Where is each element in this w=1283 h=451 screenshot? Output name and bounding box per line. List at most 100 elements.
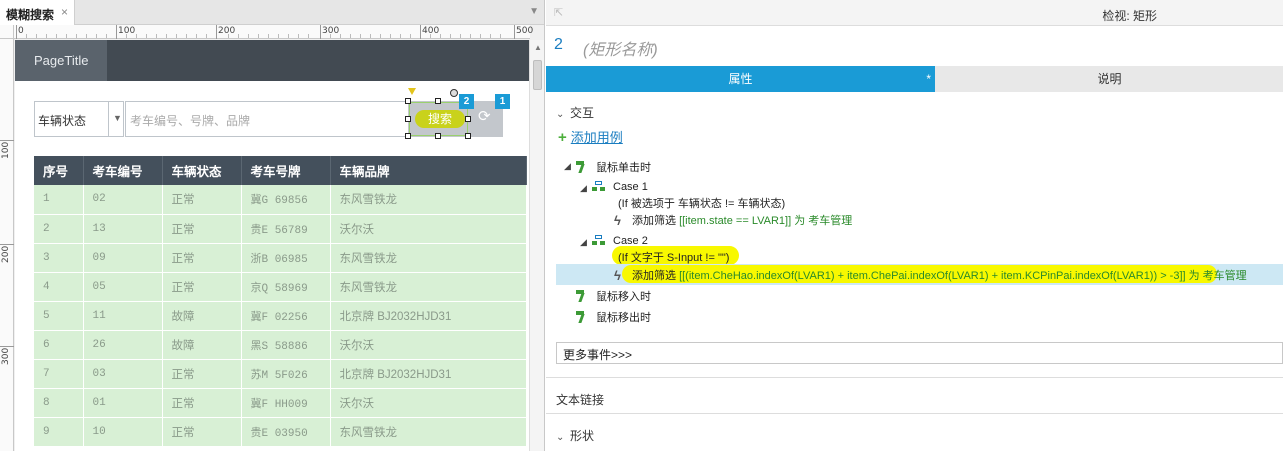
inspector-tabs: 属性 * 说明 [546,66,1283,92]
table-cell: 10 [83,417,163,447]
table-cell: 7 [34,359,84,389]
collapse-triangle-icon[interactable]: ◢ [580,183,587,194]
table-cell: 4 [34,272,84,302]
column-header: 车辆状态 [162,156,242,185]
table-row: 5 11 故障 冀F 02256 北京牌 BJ2032HJD31 [34,301,527,331]
table-cell: 贵E 03950 [241,417,331,447]
case-flow-icon [592,181,605,192]
add-case-label: 添加用例 [570,130,623,145]
case-1-action[interactable]: ϟ 添加筛选 [[item.state == LVAR1]] 为 考车管理 [614,212,852,228]
column-header: 考车编号 [83,156,163,185]
section-interaction-label: 交互 [570,106,595,120]
search-input[interactable]: 考车编号、号牌、品牌 [125,101,410,137]
ruler-label: 200 [1,245,11,263]
case-2-condition: (If 文字于 S-Input != "") [618,252,730,264]
table-cell: 2 [34,214,84,244]
table-cell: 1 [34,185,84,215]
table-cell: 6 [34,330,84,360]
table-cell: 01 [83,388,163,418]
action-bolt-icon: ϟ [614,268,621,283]
page-header-bar: PageTitle [15,40,529,81]
section-shape-label: 形状 [570,429,595,443]
case-2-action-rule: [[(item.CheHao.indexOf(LVAR1) + item.Che… [679,270,1247,282]
modified-mark: * [926,72,931,86]
table-cell: 故障 [162,330,242,360]
inspector-title: 检视: 矩形 [1102,9,1157,23]
resize-handle[interactable] [465,133,471,139]
event-onclick-label: 鼠标单击时 [596,162,651,174]
ruler-label: 500 [516,26,534,36]
section-text-link[interactable]: 文本链接 [556,391,604,408]
table-cell: 东风雪铁龙 [330,272,527,302]
event-onmouseleave-label: 鼠标移出时 [596,312,651,324]
resize-handle[interactable] [405,133,411,139]
event-onmouseenter[interactable]: 鼠标移入时 [576,288,651,304]
section-shape[interactable]: ⌄ 形状 [556,427,594,444]
table-cell: 05 [83,272,163,302]
divider [546,377,1283,378]
vehicle-status-select[interactable]: 车辆状态 ▼ [34,101,124,137]
action-bolt-icon: ϟ [614,213,621,228]
add-case-link[interactable]: + 添加用例 [558,127,623,146]
table-cell: 9 [34,417,84,447]
editor-tabbar: 模糊搜索 × ▼ [0,0,544,26]
table-cell: 黑S 58886 [241,330,331,360]
shape-name-field[interactable]: (矩形名称) [583,36,658,60]
column-header: 车辆品牌 [330,156,527,185]
case-1-title: Case 1 [613,181,648,193]
refresh-icon[interactable]: ⟳ [478,109,492,124]
table-cell: 13 [83,214,163,244]
event-cursor-icon [576,161,590,173]
table-cell: 03 [83,359,163,389]
case-flow-icon [592,235,605,246]
inspector-panel: ⇱ 检视: 矩形 2 (矩形名称) 属性 * 说明 ⌄ 交互 + 添加用例 ◢ 鼠标… [546,0,1283,451]
table-cell: 正常 [162,359,242,389]
resize-handle[interactable] [465,116,471,122]
table-cell: 冀F 02256 [241,301,331,331]
table-cell: 09 [83,243,163,273]
page-tab[interactable]: 模糊搜索 × [0,0,75,26]
collapse-triangle-icon[interactable]: ◢ [580,237,587,248]
tab-properties[interactable]: 属性 * [546,66,935,92]
vertical-ruler: 100 200 300 [0,39,14,451]
tab-notes[interactable]: 说明 [936,66,1283,92]
event-cursor-icon [576,311,590,323]
table-cell: 26 [83,330,163,360]
table-cell: 3 [34,243,84,273]
table-cell: 京Q 58969 [241,272,331,302]
close-icon[interactable]: × [61,5,68,19]
column-header: 考车号牌 [241,156,331,185]
page-tab-label: 模糊搜索 [6,8,55,22]
more-events-dropdown[interactable]: 更多事件>>> [556,342,1283,364]
collapse-triangle-icon[interactable]: ◢ [564,161,571,172]
resize-handle[interactable] [435,98,441,104]
canvas-scrollbar[interactable]: ▲ [529,40,544,451]
section-interaction[interactable]: ⌄ 交互 [556,104,594,121]
resize-handle[interactable] [405,116,411,122]
scroll-up-icon[interactable]: ▲ [534,43,542,52]
pin-icon[interactable]: ⇱ [554,6,563,19]
vehicle-table: 序号 考车编号 车辆状态 考车号牌 车辆品牌 1 02 正常 冀G 69856 … [34,156,527,447]
widget-number-badge: 1 [495,94,510,109]
chevron-down-icon[interactable]: ▼ [529,6,539,17]
event-onclick[interactable]: 鼠标单击时 [576,159,651,175]
table-cell: 浙B 06985 [241,243,331,273]
table-header-row: 序号 考车编号 车辆状态 考车号牌 车辆品牌 [34,156,527,185]
table-row: 9 10 正常 贵E 03950 东风雪铁龙 [34,417,527,447]
resize-handle[interactable] [435,133,441,139]
scrollbar-thumb[interactable] [533,60,542,90]
case-2-action[interactable]: ϟ 添加筛选 [[(item.CheHao.indexOf(LVAR1) + it… [614,267,1247,283]
table-row: 2 13 正常 贵E 56789 沃尔沃 [34,214,527,244]
resize-handle[interactable] [405,98,411,104]
table-cell: 北京牌 BJ2032HJD31 [330,359,527,389]
table-cell: 5 [34,301,84,331]
case-1[interactable]: Case 1 [592,181,648,193]
ruler-label: 100 [1,141,11,159]
design-canvas[interactable]: PageTitle 车辆状态 ▼ 考车编号、号牌、品牌 搜索 ⟳ 2 1 序号 … [15,40,529,451]
anchor-marker-icon[interactable] [408,88,416,95]
event-onmouseleave[interactable]: 鼠标移出时 [576,309,651,325]
horizontal-ruler: 0 100 200 300 400 500 [14,25,534,39]
rotate-handle-icon[interactable] [450,89,458,97]
table-row: 7 03 正常 苏M 5F026 北京牌 BJ2032HJD31 [34,359,527,389]
tab-properties-label: 属性 [728,72,753,86]
